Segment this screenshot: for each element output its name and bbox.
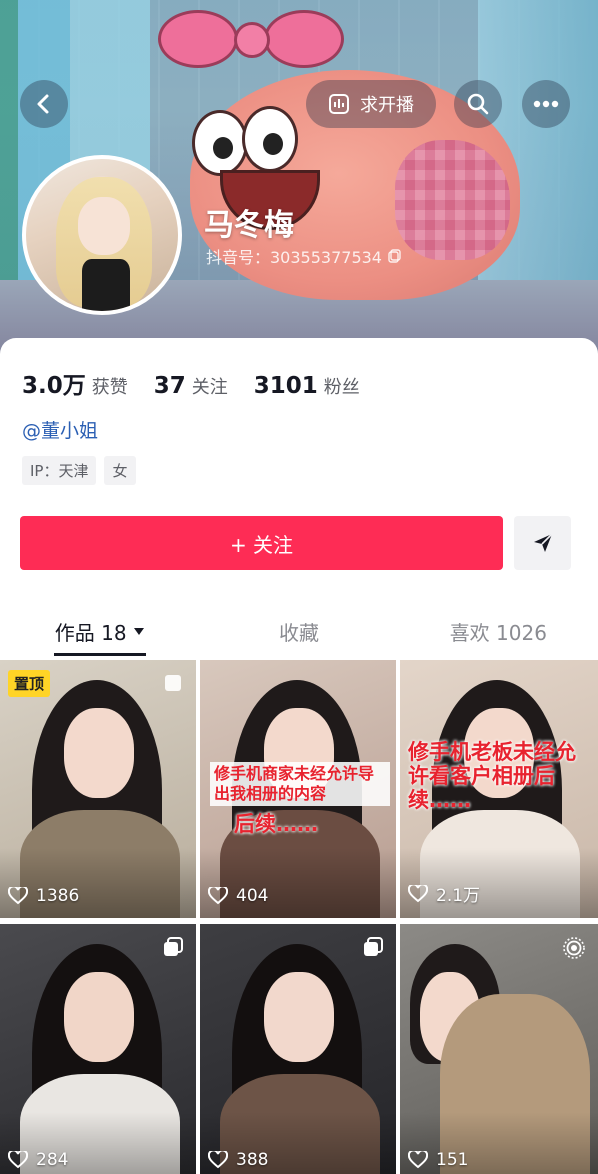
stat-likes[interactable]: 3.0万 获赞	[22, 366, 128, 400]
video-likes-count: 2.1万	[436, 886, 481, 906]
video-caption-followup: 后续……	[234, 812, 318, 836]
account-handle[interactable]: @董小姐	[22, 416, 98, 443]
follow-button[interactable]: + 关注	[20, 516, 503, 570]
multi-image-icon	[364, 937, 383, 956]
stat-following-label: 关注	[191, 377, 228, 398]
video-thumbnail[interactable]: 置顶 1386	[0, 660, 196, 918]
video-likes-count: 404	[236, 886, 269, 906]
video-likes: 2.1万	[408, 881, 480, 906]
video-thumbnail[interactable]: 修手机老板未经允许看客户相册后续…… 2.1万	[400, 660, 598, 918]
share-button[interactable]	[514, 516, 571, 570]
banner-cartoon-shorts	[395, 140, 510, 260]
back-arrow-icon	[37, 94, 49, 114]
profile-stats: 3.0万 获赞 37 关注 3101 粉丝	[22, 366, 360, 400]
video-grid: 置顶 1386 修手机商家未经允许导出我相册的内容 后续…… 404 修手机老板…	[0, 660, 598, 1174]
video-likes: 1386	[8, 886, 79, 906]
heart-icon	[8, 887, 28, 905]
more-icon	[533, 100, 559, 108]
profile-tags: IP：天津 女	[22, 456, 136, 485]
cartoon-eye-left	[192, 110, 248, 176]
dropdown-triangle-icon	[133, 628, 144, 635]
video-thumbnail[interactable]: 284	[0, 924, 196, 1174]
cartoon-eye-right	[242, 106, 298, 172]
video-likes-count: 284	[36, 1150, 69, 1170]
live-chart-icon	[329, 94, 349, 114]
request-live-label: 求开播	[360, 95, 414, 116]
video-likes: 404	[208, 886, 268, 906]
ip-location-tag: IP：天津	[22, 456, 97, 485]
tab-works-label: 作品 18	[54, 620, 127, 645]
video-likes: 151	[408, 1150, 468, 1170]
video-caption: 修手机商家未经允许导出我相册的内容	[210, 762, 390, 806]
share-icon	[533, 533, 553, 552]
back-button[interactable]	[20, 80, 68, 128]
tab-liked[interactable]: 喜欢 1026	[399, 606, 598, 656]
stat-likes-count: 3.0万	[22, 373, 86, 399]
video-likes-count: 1386	[36, 886, 80, 906]
heart-icon	[208, 887, 228, 905]
video-thumbnail[interactable]: 388	[200, 924, 396, 1174]
stat-likes-label: 获赞	[91, 377, 128, 398]
heart-icon	[408, 1151, 428, 1169]
video-likes: 284	[8, 1150, 68, 1170]
avatar[interactable]	[22, 155, 182, 315]
search-icon	[467, 93, 489, 115]
profile-tabs: 作品 18 收藏 喜欢 1026	[0, 606, 598, 656]
heart-icon	[8, 1151, 28, 1169]
stat-followers[interactable]: 3101 粉丝	[254, 373, 360, 399]
douyin-id-text: 抖音号：30355377534	[206, 248, 382, 267]
heart-icon	[208, 1151, 228, 1169]
video-caption: 修手机老板未经允许看客户相册后续……	[408, 740, 576, 813]
multi-image-icon	[164, 937, 183, 956]
request-live-button[interactable]: 求开播	[306, 80, 436, 128]
video-thumbnail[interactable]: 151	[400, 924, 598, 1174]
stat-followers-label: 粉丝	[323, 377, 360, 398]
cartoon-bow	[158, 0, 348, 80]
live-photo-icon	[563, 937, 585, 959]
tab-liked-label: 喜欢 1026	[449, 620, 547, 645]
search-button[interactable]	[454, 80, 502, 128]
video-likes-count: 151	[436, 1150, 469, 1170]
more-button[interactable]	[522, 80, 570, 128]
video-likes-count: 388	[236, 1150, 269, 1170]
video-thumbnail[interactable]: 修手机商家未经允许导出我相册的内容 后续…… 404	[200, 660, 396, 918]
pinned-badge: 置顶	[8, 670, 51, 697]
douyin-id[interactable]: 抖音号：30355377534	[206, 244, 402, 268]
multi-image-icon	[165, 675, 181, 691]
profile-nickname: 马冬梅	[204, 208, 294, 243]
stat-following-count: 37	[153, 373, 186, 399]
heart-icon	[408, 884, 428, 902]
tab-favorites-label: 收藏	[278, 620, 319, 645]
stat-following[interactable]: 37 关注	[154, 373, 228, 399]
stat-followers-count: 3101	[253, 373, 318, 399]
copy-icon[interactable]	[388, 249, 402, 263]
tab-works[interactable]: 作品 18	[0, 606, 199, 656]
gender-tag: 女	[104, 456, 136, 485]
video-likes: 388	[208, 1150, 268, 1170]
tab-favorites[interactable]: 收藏	[199, 606, 398, 656]
